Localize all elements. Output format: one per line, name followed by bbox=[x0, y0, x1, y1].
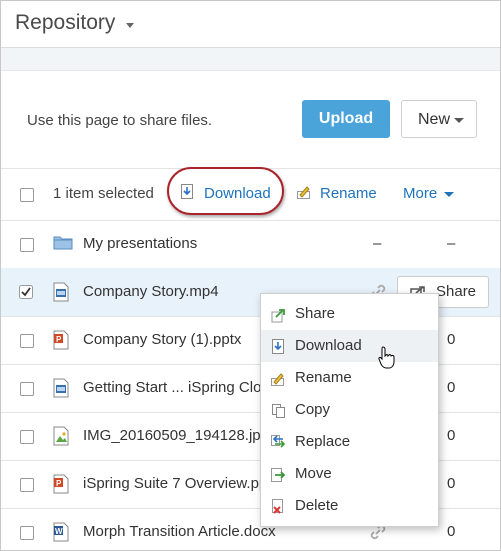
annotation-highlight-oval bbox=[167, 167, 284, 215]
context-menu: Share Download Rename Copy Replace Move … bbox=[260, 293, 439, 527]
row-checkbox[interactable] bbox=[20, 238, 34, 252]
rename-action[interactable]: Rename bbox=[320, 185, 377, 202]
new-button-label: New bbox=[418, 111, 451, 128]
hand-cursor-icon bbox=[378, 346, 395, 369]
row-col2: 0 bbox=[447, 475, 456, 492]
menu-item-label: Share bbox=[295, 305, 336, 322]
table-row[interactable]: My presentations – – bbox=[1, 220, 500, 268]
more-chevron-down-icon bbox=[444, 192, 454, 197]
selection-count: 1 item selected bbox=[53, 185, 154, 202]
row-name[interactable]: Morph Transition Article.docx bbox=[83, 523, 276, 540]
row-name[interactable]: iSpring Suite 7 Overview.pp bbox=[83, 475, 267, 492]
rename-icon bbox=[271, 373, 284, 386]
download-icon bbox=[272, 339, 284, 354]
rename-icon bbox=[297, 186, 310, 199]
menu-item-replace[interactable]: Replace bbox=[261, 426, 438, 458]
menu-item-delete[interactable]: Delete bbox=[261, 490, 438, 522]
image-file-icon bbox=[53, 426, 69, 446]
delete-icon bbox=[272, 499, 283, 514]
svg-text:W: W bbox=[55, 527, 63, 536]
checked-checkbox[interactable] bbox=[19, 285, 33, 299]
menu-item-label: Move bbox=[295, 465, 332, 482]
svg-text:P: P bbox=[56, 479, 62, 488]
menu-item-copy[interactable]: Copy bbox=[261, 394, 438, 426]
menu-item-rename[interactable]: Rename bbox=[261, 362, 438, 394]
row-col2: 0 bbox=[447, 331, 456, 348]
row-checkbox[interactable] bbox=[20, 382, 34, 396]
row-checkbox[interactable] bbox=[20, 334, 34, 348]
select-all-checkbox[interactable] bbox=[20, 188, 34, 202]
row-name[interactable]: Company Story (1).pptx bbox=[83, 331, 241, 348]
menu-item-label: Copy bbox=[295, 401, 331, 418]
copy-icon bbox=[272, 404, 285, 418]
row-name[interactable]: My presentations bbox=[83, 235, 197, 252]
row-name[interactable]: IMG_20160509_194128.jpg bbox=[83, 427, 269, 444]
video-file-icon bbox=[53, 282, 69, 302]
menu-item-download[interactable]: Download bbox=[261, 330, 438, 362]
row-name[interactable]: Getting Start ... iSpring Clou bbox=[83, 379, 270, 396]
menu-item-label: Replace bbox=[295, 433, 351, 450]
row-checkbox[interactable] bbox=[20, 478, 34, 492]
info-text: Use this page to share files. bbox=[27, 112, 213, 129]
svg-text:P: P bbox=[56, 335, 62, 344]
video-file-icon bbox=[53, 378, 69, 398]
chevron-down-icon bbox=[454, 118, 464, 123]
more-action[interactable]: More bbox=[403, 185, 437, 202]
share-button-label: Share bbox=[436, 283, 477, 300]
pptx-file-icon: P bbox=[53, 474, 69, 494]
title-dropdown-caret-icon[interactable] bbox=[126, 23, 134, 28]
row-col2: 0 bbox=[447, 523, 456, 540]
docx-file-icon: W bbox=[53, 522, 69, 542]
folder-icon bbox=[53, 236, 73, 250]
row-name[interactable]: Company Story.mp4 bbox=[83, 283, 219, 300]
upload-button[interactable]: Upload bbox=[302, 100, 390, 138]
repository-window: Repository Use this page to share files.… bbox=[0, 0, 501, 551]
row-col2: 0 bbox=[447, 427, 456, 444]
row-col1: – bbox=[373, 235, 382, 252]
header-band bbox=[1, 48, 500, 71]
move-icon bbox=[271, 468, 286, 482]
replace-icon bbox=[271, 435, 286, 448]
pptx-file-icon: P bbox=[53, 330, 69, 350]
share-icon bbox=[271, 309, 285, 323]
menu-item-label: Delete bbox=[295, 497, 339, 514]
page-title[interactable]: Repository bbox=[15, 11, 115, 35]
menu-item-move[interactable]: Move bbox=[261, 458, 438, 490]
page-header: Repository bbox=[1, 1, 500, 48]
row-checkbox[interactable] bbox=[20, 526, 34, 540]
row-col2: 0 bbox=[447, 379, 456, 396]
menu-item-label: Rename bbox=[295, 369, 352, 386]
row-checkbox[interactable] bbox=[20, 430, 34, 444]
menu-item-label: Download bbox=[295, 337, 362, 354]
new-button[interactable]: New bbox=[401, 100, 477, 138]
row-col2: – bbox=[447, 235, 456, 252]
menu-item-share[interactable]: Share bbox=[261, 298, 438, 330]
